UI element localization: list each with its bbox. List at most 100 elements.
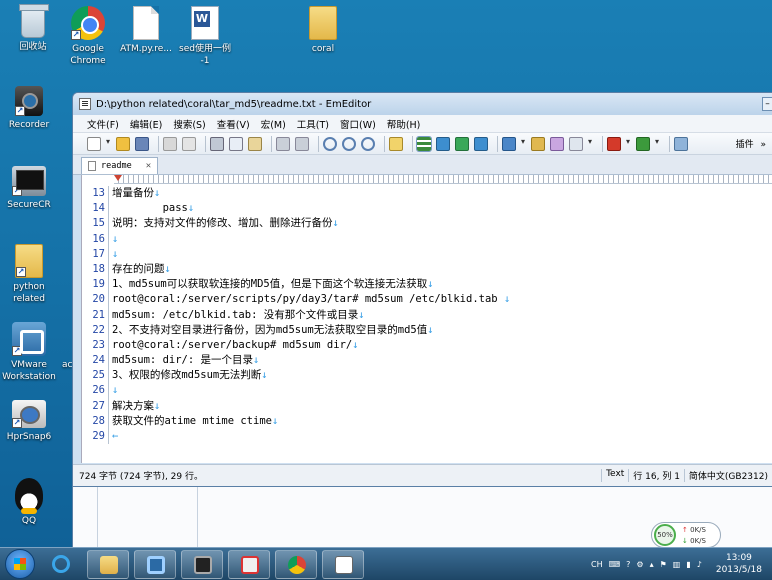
desktop-icon-recorder[interactable]: ↗ Recorder (0, 86, 62, 131)
editor-line[interactable]: 14 pass↓ (82, 201, 772, 217)
find-icon[interactable] (323, 136, 337, 151)
volume-icon[interactable]: ♪ (697, 560, 702, 569)
record-macro-icon[interactable] (607, 136, 621, 151)
desktop-icon-python-related[interactable]: ↗ python related (0, 244, 62, 305)
desktop-icon-partial-label[interactable]: ac (62, 360, 72, 370)
editor-line[interactable]: 15 说明：支持对文件的修改、增加、删除进行备份↓ (82, 216, 772, 232)
desktop-icon-atm[interactable]: ATM.py.re... (113, 6, 179, 55)
editor-line[interactable]: 26 ↓ (82, 383, 772, 399)
desktop-icon-vmware[interactable]: ↗ VMware Workstation (0, 322, 62, 383)
status-encoding[interactable]: 简体中文(GB2312) (683, 469, 772, 482)
editor-line[interactable]: 24 md5sum: dir/: 是一个目录↓ (82, 353, 772, 369)
notepad-icon[interactable] (79, 98, 91, 110)
line-text[interactable]: 增量备份↓ (109, 186, 160, 201)
line-text[interactable]: 3、权限的修改md5sum无法判断↓ (109, 368, 268, 383)
macro-window-icon[interactable] (569, 136, 583, 151)
editor-line[interactable]: 21 md5sum: /etc/blkid.tab: 没有那个文件或目录↓ (82, 307, 772, 323)
menu-file[interactable]: 文件(F) (87, 117, 119, 131)
taskbar-button-emeditor[interactable] (322, 549, 364, 579)
chevron-down-icon[interactable] (106, 137, 112, 151)
menu-macro[interactable]: 宏(M) (261, 117, 286, 131)
line-text[interactable]: root@coral:/server/scripts/py/day3/tar# … (109, 292, 510, 307)
menu-window[interactable]: 窗口(W) (340, 117, 376, 131)
desktop-icon-sed[interactable]: sed使用一例 -1 (172, 6, 238, 67)
text-editor[interactable]: 13 增量备份↓ 14 pass↓ 15 说明：支持对文件的修改、增加、删除进行备份↓ 1… (81, 175, 772, 463)
redo-icon[interactable] (295, 136, 309, 151)
cut-icon[interactable] (210, 136, 224, 151)
run-macro-icon[interactable] (636, 136, 650, 151)
line-text[interactable]: pass↓ (109, 201, 195, 216)
replace-icon[interactable] (361, 136, 375, 151)
menu-edit[interactable]: 编辑(E) (130, 117, 162, 131)
taskbar-button-vmware[interactable] (134, 549, 176, 579)
status-cursor-position[interactable]: 行 16, 列 1 (628, 469, 684, 482)
chevron-down-icon[interactable] (521, 137, 527, 151)
signal-icon[interactable]: ▮ (686, 560, 690, 569)
close-icon[interactable]: ✕ (146, 161, 151, 171)
print-preview-icon[interactable] (182, 136, 196, 151)
open-folder-icon[interactable] (116, 136, 130, 151)
editor-line[interactable]: 19 1、md5sum可以获取软连接的MD5值，但是下面这个软连接无法获取↓ (82, 277, 772, 293)
taskbar-button-hprsnap[interactable] (228, 549, 270, 579)
chevron-down-icon[interactable] (626, 137, 632, 151)
overflow-chevron-icon[interactable]: » (760, 140, 766, 150)
status-mode[interactable]: Text (601, 469, 628, 482)
minimize-button[interactable]: – (762, 97, 772, 111)
editor-line[interactable]: 20 root@coral:/server/scripts/py/day3/tar… (82, 292, 772, 308)
wrap-none-icon[interactable] (416, 135, 432, 152)
menu-tools[interactable]: 工具(T) (297, 117, 329, 131)
settings-icon[interactable]: ⚙ (636, 560, 643, 569)
keyboard-icon[interactable]: ⌨ (609, 560, 621, 569)
line-text[interactable]: 2、不支持对空目录进行备份，因为md5sum无法获取空目录的md5值↓ (109, 323, 434, 338)
editor-line[interactable]: 27 解决方案↓ (82, 398, 772, 414)
language-indicator[interactable]: CH (591, 560, 603, 569)
wrap-by-window-icon[interactable] (455, 136, 469, 151)
network-speed-widget[interactable]: 50% ↑ 0K/S ↓ 0K/S (651, 522, 721, 548)
line-text[interactable]: md5sum: /etc/blkid.tab: 没有那个文件或目录↓ (109, 308, 365, 323)
line-text[interactable]: root@coral:/server/backup# md5sum dir/↓ (109, 338, 359, 353)
plugin-icon[interactable] (674, 136, 688, 151)
help-icon[interactable]: ? (626, 560, 630, 569)
copy-icon[interactable] (229, 136, 243, 151)
chevron-down-icon[interactable] (588, 137, 594, 151)
line-text[interactable]: ↓ (109, 232, 118, 247)
taskbar-button-chrome[interactable] (275, 549, 317, 579)
line-text[interactable]: ↓ (109, 383, 118, 398)
taskbar-button-securecrt[interactable] (181, 549, 223, 579)
line-text[interactable]: 存在的问题↓ (109, 262, 171, 277)
editor-line[interactable]: 28 获取文件的atime mtime ctime↓ (82, 413, 772, 429)
paste-icon[interactable] (248, 136, 262, 151)
new-file-icon[interactable] (87, 136, 101, 151)
print-icon[interactable] (163, 136, 177, 151)
window-titlebar[interactable]: D:\python related\coral\tar_md5\readme.t… (73, 93, 772, 115)
line-text[interactable]: 1、md5sum可以获取软连接的MD5值，但是下面这个软连接无法获取↓ (109, 277, 434, 292)
flag-icon[interactable]: ⚑ (660, 560, 667, 569)
start-button[interactable] (5, 549, 35, 579)
undo-icon[interactable] (276, 136, 290, 151)
editor-line[interactable]: 29 ← (82, 429, 772, 445)
editor-line[interactable]: 22 2、不支持对空目录进行备份，因为md5sum无法获取空目录的md5值↓ (82, 322, 772, 338)
plugins-label[interactable]: 插件 » (736, 137, 772, 150)
show-hidden-icons-chevron-icon[interactable]: ▴ (650, 560, 654, 569)
line-text[interactable]: ↓ (109, 247, 118, 262)
taskbar-button-explorer[interactable] (87, 549, 129, 579)
save-icon[interactable] (135, 136, 149, 151)
tools-icon[interactable] (502, 136, 516, 151)
macro-edit-icon[interactable] (550, 136, 564, 151)
editor-lines[interactable]: 13 增量备份↓ 14 pass↓ 15 说明：支持对文件的修改、增加、删除进行备份↓ 1… (82, 184, 772, 445)
menu-search[interactable]: 搜索(S) (173, 117, 205, 131)
line-text[interactable]: 说明：支持对文件的修改、增加、删除进行备份↓ (109, 216, 339, 231)
line-text[interactable]: md5sum: dir/: 是一个目录↓ (109, 353, 259, 368)
desktop-icon-securecrt[interactable]: ↗ SecureCR (0, 166, 62, 211)
line-text[interactable]: 解决方案↓ (109, 399, 160, 414)
menu-help[interactable]: 帮助(H) (387, 117, 421, 131)
editor-line[interactable]: 13 增量备份↓ (82, 186, 772, 202)
editor-line[interactable]: 25 3、权限的修改md5sum无法判断↓ (82, 368, 772, 384)
tab-readme[interactable]: readme ✕ (81, 157, 159, 174)
wrap-by-page-icon[interactable] (474, 136, 488, 151)
column-ruler[interactable] (114, 175, 772, 184)
desktop-icon-qq[interactable]: QQ (0, 478, 62, 527)
line-text[interactable]: 获取文件的atime mtime ctime↓ (109, 414, 278, 429)
editor-line[interactable]: 16 ↓ (82, 231, 772, 247)
clock[interactable]: 13:09 2013/5/18 (716, 552, 762, 576)
